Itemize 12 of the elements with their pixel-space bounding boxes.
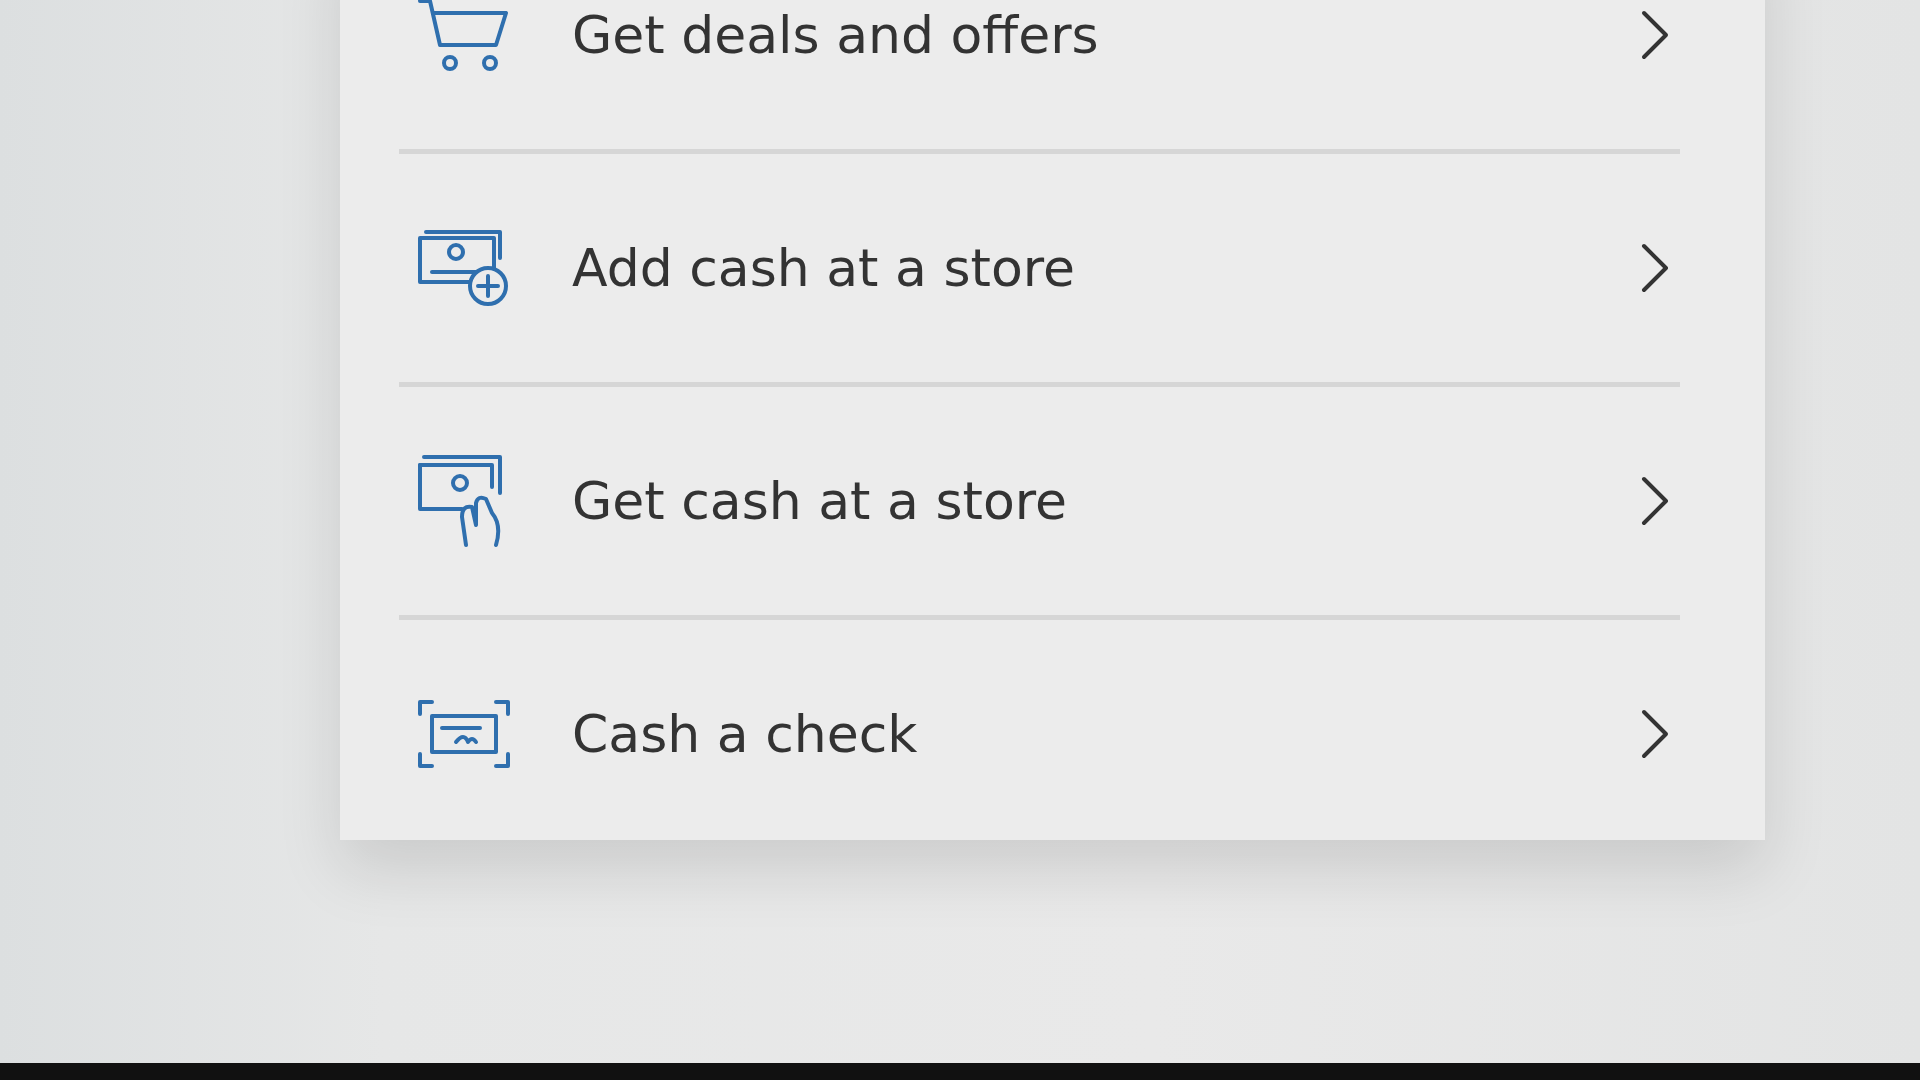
menu-item[interactable]: Get deals and offers bbox=[398, 0, 1680, 149]
chevron-icon bbox=[1640, 242, 1670, 294]
chevron-icon bbox=[1640, 708, 1670, 760]
chevron-icon bbox=[1640, 9, 1670, 61]
chevron-icon bbox=[1640, 475, 1670, 527]
menu-item[interactable]: Add cash at a store bbox=[398, 154, 1680, 382]
menu-item-label: Add cash at a store bbox=[572, 238, 1076, 298]
menu-item[interactable]: Cash a check bbox=[398, 620, 1680, 848]
menu-item-label: Cash a check bbox=[572, 704, 919, 764]
menu-item-label: Get deals and offers bbox=[572, 5, 1100, 65]
menu-item-label: Get cash at a store bbox=[572, 471, 1068, 531]
menu-item[interactable]: Get cash at a store bbox=[398, 387, 1680, 615]
